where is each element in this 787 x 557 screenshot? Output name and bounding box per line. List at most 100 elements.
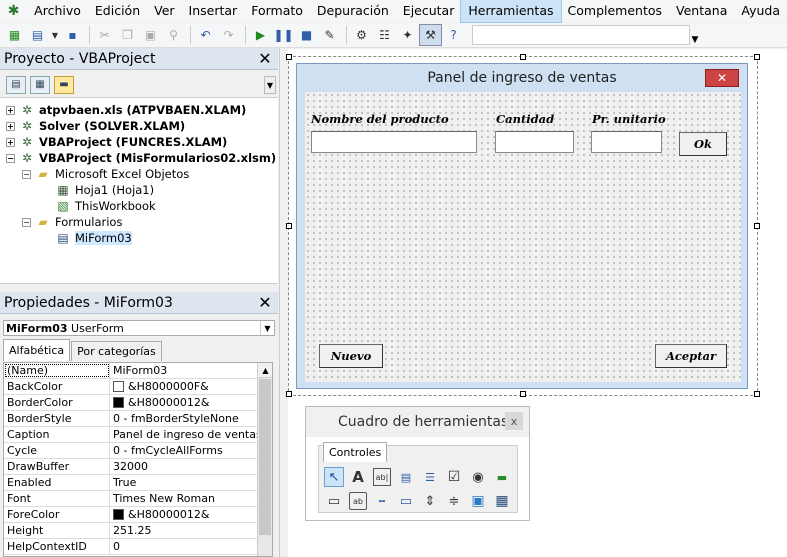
textbox-cantidad[interactable] bbox=[495, 131, 574, 153]
object-browser-icon[interactable]: ✦ bbox=[397, 25, 418, 45]
project-toolbar-scroll-icon[interactable]: ▼ bbox=[264, 76, 276, 94]
property-value[interactable]: &H80000012& bbox=[110, 507, 257, 522]
property-row[interactable]: BorderColor &H80000012& bbox=[4, 395, 257, 411]
label-nombre-producto[interactable]: Nombre del producto bbox=[311, 112, 449, 126]
tabstrip-icon[interactable]: ╍ bbox=[373, 492, 391, 510]
label-icon[interactable]: A bbox=[349, 468, 367, 486]
scroll-up-icon[interactable]: ▲ bbox=[258, 363, 272, 378]
paste-icon[interactable]: ▣ bbox=[140, 25, 161, 45]
property-value[interactable]: 0 - fmBorderStyleNone bbox=[110, 411, 257, 426]
expand-icon[interactable]: + bbox=[6, 105, 15, 115]
tree-item-solver[interactable]: + ✲ Solver (SOLVER.XLAM) bbox=[6, 118, 185, 134]
property-value[interactable]: 32000 bbox=[110, 459, 257, 474]
optionbutton-icon[interactable]: ◉ bbox=[469, 468, 487, 486]
resize-handle[interactable] bbox=[754, 391, 760, 397]
toolbox-icon[interactable]: ⚒ bbox=[419, 24, 442, 46]
property-row[interactable]: Enabled True bbox=[4, 475, 257, 491]
chevron-down-icon[interactable]: ▼ bbox=[260, 321, 274, 335]
tree-item-atpvbaen[interactable]: + ✲ atpvbaen.xls (ATPVBAEN.XLAM) bbox=[6, 102, 246, 118]
label-cantidad[interactable]: Cantidad bbox=[496, 112, 554, 126]
tree-item-funcres[interactable]: + ✲ VBAProject (FUNCRES.XLAM) bbox=[6, 134, 227, 150]
redo-icon[interactable]: ↷ bbox=[218, 25, 239, 45]
menu-depuracion[interactable]: Depuración bbox=[310, 0, 396, 22]
tab-controles[interactable]: Controles bbox=[323, 442, 388, 462]
togglebutton-icon[interactable]: ▬ bbox=[493, 468, 511, 486]
property-row[interactable]: Caption Panel de ingreso de ventas bbox=[4, 427, 257, 443]
userform-close-icon[interactable]: ✕ bbox=[705, 69, 739, 87]
tree-item-thisworkbook[interactable]: ▧ ThisWorkbook bbox=[55, 198, 155, 214]
toggle-folders-icon[interactable]: ▬ bbox=[54, 75, 74, 94]
multipage-icon[interactable]: ▭ bbox=[397, 492, 415, 510]
resize-handle[interactable] bbox=[286, 54, 292, 60]
property-value[interactable]: &H80000012& bbox=[110, 395, 257, 410]
property-value[interactable]: &H8000000F& bbox=[110, 379, 257, 394]
property-row[interactable]: Height 251.25 bbox=[4, 523, 257, 539]
tree-item-misformularios[interactable]: − ✲ VBAProject (MisFormularios02.xlsm) bbox=[6, 150, 276, 166]
listbox-icon[interactable]: ☰ bbox=[421, 468, 439, 486]
menu-ejecutar[interactable]: Ejecutar bbox=[396, 0, 462, 22]
view-object-icon[interactable]: ▦ bbox=[30, 75, 50, 94]
expand-icon[interactable]: + bbox=[6, 137, 15, 147]
find-icon[interactable]: ⚲ bbox=[163, 25, 184, 45]
run-icon[interactable]: ▶ bbox=[250, 25, 271, 45]
scrollbar-icon[interactable]: ⇕ bbox=[421, 492, 439, 510]
panel-splitter[interactable] bbox=[279, 48, 287, 557]
textbox-icon[interactable]: ab| bbox=[373, 468, 391, 486]
userform-client-area[interactable]: Nombre del producto Cantidad Pr. unitari… bbox=[305, 92, 741, 382]
menu-formato[interactable]: Formato bbox=[244, 0, 310, 22]
resize-handle[interactable] bbox=[286, 223, 292, 229]
menu-insertar[interactable]: Insertar bbox=[182, 0, 245, 22]
property-row[interactable]: HelpContextID 0 bbox=[4, 539, 257, 555]
tree-item-miform03[interactable]: ▤ MiForm03 bbox=[55, 230, 132, 246]
property-row[interactable]: ForeColor &H80000012& bbox=[4, 507, 257, 523]
resize-handle[interactable] bbox=[520, 54, 526, 60]
menu-herramientas[interactable]: Herramientas bbox=[460, 0, 562, 23]
refedit-icon[interactable]: ▦ bbox=[493, 492, 511, 510]
property-value[interactable]: True bbox=[110, 475, 257, 490]
help-icon[interactable]: ? bbox=[443, 25, 464, 45]
property-row[interactable]: Font Times New Roman bbox=[4, 491, 257, 507]
property-value[interactable]: 0 bbox=[110, 539, 257, 554]
copy-icon[interactable]: ❐ bbox=[117, 25, 138, 45]
spinbutton-icon[interactable]: ≑ bbox=[445, 492, 463, 510]
insert-userform-icon[interactable]: ▤ bbox=[27, 25, 48, 45]
tab-alfabetica[interactable]: Alfabética bbox=[3, 339, 71, 361]
property-value[interactable]: Panel de ingreso de ventas bbox=[110, 427, 257, 442]
image-icon[interactable]: ▣ bbox=[469, 492, 487, 510]
textbox-precio-unitario[interactable] bbox=[591, 131, 662, 153]
design-mode-icon[interactable]: ✎ bbox=[319, 25, 340, 45]
tree-item-hoja1[interactable]: ▦ Hoja1 (Hoja1) bbox=[55, 182, 154, 198]
checkbox-icon[interactable]: ☑ bbox=[445, 468, 463, 486]
resize-handle[interactable] bbox=[754, 223, 760, 229]
toolbar-options-icon[interactable]: ▼ bbox=[690, 25, 700, 45]
save-icon[interactable]: ▪ bbox=[62, 25, 83, 45]
dropdown-icon[interactable]: ▼ bbox=[50, 25, 60, 45]
commandbutton-icon[interactable]: ab bbox=[349, 492, 367, 510]
break-icon[interactable]: ❚❚ bbox=[273, 25, 294, 45]
property-row[interactable]: BorderStyle 0 - fmBorderStyleNone bbox=[4, 411, 257, 427]
menu-complementos[interactable]: Complementos bbox=[561, 0, 670, 22]
resize-handle[interactable] bbox=[520, 391, 526, 397]
menu-ayuda[interactable]: Ayuda bbox=[734, 0, 787, 22]
collapse-icon[interactable]: − bbox=[22, 169, 31, 179]
property-row[interactable]: DrawBuffer 32000 bbox=[4, 459, 257, 475]
property-row[interactable]: (Name) MiForm03 bbox=[4, 363, 257, 379]
property-row[interactable]: BackColor &H8000000F& bbox=[4, 379, 257, 395]
reset-icon[interactable]: ■ bbox=[296, 25, 317, 45]
tree-item-excel-objects[interactable]: − ▰ Microsoft Excel Objetos bbox=[22, 166, 189, 182]
properties-panel-close-icon[interactable]: ✕ bbox=[256, 293, 274, 312]
view-code-icon[interactable]: ▤ bbox=[6, 75, 26, 94]
tree-item-formularios[interactable]: − ▰ Formularios bbox=[22, 214, 122, 230]
combobox-icon[interactable]: ▤ bbox=[397, 468, 415, 486]
properties-icon[interactable]: ☷ bbox=[374, 25, 395, 45]
tab-por-categorias[interactable]: Por categorías bbox=[71, 341, 162, 361]
ok-button[interactable]: Ok bbox=[679, 132, 727, 156]
resize-handle[interactable] bbox=[754, 54, 760, 60]
resize-handle[interactable] bbox=[286, 391, 292, 397]
menu-ver[interactable]: Ver bbox=[147, 0, 181, 22]
property-value[interactable]: 251.25 bbox=[110, 523, 257, 538]
properties-scrollbar[interactable]: ▲ bbox=[257, 363, 272, 556]
excel-icon[interactable]: ▦ bbox=[4, 25, 25, 45]
collapse-icon[interactable]: − bbox=[22, 217, 31, 227]
menu-archivo[interactable]: Archivo bbox=[27, 0, 88, 22]
